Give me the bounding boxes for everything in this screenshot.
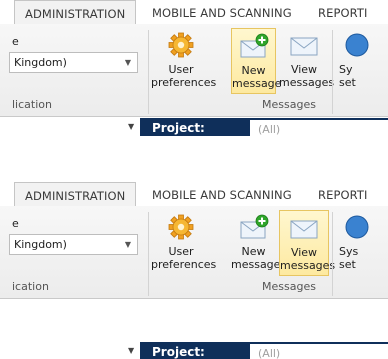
- combobox-value: Kingdom): [14, 238, 67, 251]
- new-message-button[interactable]: New message: [231, 210, 280, 276]
- system-settings-line2: set: [339, 258, 356, 271]
- view-messages-line1: View: [290, 63, 318, 76]
- combobox-value: Kingdom): [14, 56, 67, 69]
- tab-reporting[interactable]: REPORTI: [318, 0, 368, 24]
- view-messages-line2: messages: [280, 259, 336, 272]
- group-separator: [332, 30, 333, 114]
- group-caption-messages: Messages: [262, 98, 316, 111]
- language-combobox[interactable]: Kingdom) ▼: [9, 52, 138, 73]
- new-message-icon: [240, 33, 268, 58]
- group-separator: [148, 212, 149, 296]
- dropdown-arrow-icon[interactable]: ▼: [128, 122, 134, 131]
- dropdown-arrow-icon[interactable]: ▼: [128, 346, 134, 355]
- new-message-line1: New: [241, 64, 266, 77]
- field-label: e: [12, 217, 19, 230]
- envelope-icon: [290, 37, 318, 56]
- tab-administration[interactable]: ADMINISTRATION: [14, 0, 137, 25]
- system-settings-button[interactable]: Sy set: [335, 28, 388, 94]
- system-settings-icon: [345, 33, 369, 57]
- view-messages-line1: View: [290, 246, 318, 259]
- user-preferences-button[interactable]: User preferences: [151, 210, 216, 276]
- view-messages-button[interactable]: View messages: [279, 210, 335, 276]
- view-messages-button[interactable]: View messages: [279, 28, 334, 94]
- new-message-line1: New: [241, 245, 266, 258]
- dropdown-arrow-icon[interactable]: ▼: [125, 235, 131, 254]
- project-selector[interactable]: (All): [250, 344, 388, 359]
- group-caption-application: ication: [12, 280, 49, 293]
- new-message-button[interactable]: New message: [231, 28, 281, 94]
- project-label: Project:: [152, 345, 205, 359]
- ribbon-tab-bar: ADMINISTRATION MOBILE AND SCANNING REPOR…: [0, 182, 388, 207]
- tab-administration[interactable]: ADMINISTRATION: [14, 182, 137, 207]
- dropdown-arrow-icon[interactable]: ▼: [125, 53, 131, 72]
- project-bar: ▼ Project: (All): [0, 342, 388, 359]
- group-separator: [332, 212, 333, 296]
- gear-icon: [168, 214, 194, 240]
- language-combobox[interactable]: Kingdom) ▼: [9, 234, 138, 255]
- group-caption-application: lication: [12, 98, 52, 111]
- project-bar-left-field[interactable]: [0, 342, 140, 359]
- system-settings-line1: Sy: [339, 63, 353, 76]
- project-bar: ▼ Project: (All): [0, 118, 388, 136]
- system-settings-line1: Sys: [339, 245, 359, 258]
- ribbon-panel-1: ADMINISTRATION MOBILE AND SCANNING REPOR…: [0, 0, 388, 136]
- project-bar-left-field[interactable]: [0, 118, 140, 136]
- tab-mobile-and-scanning[interactable]: MOBILE AND SCANNING: [152, 182, 292, 206]
- user-preferences-button[interactable]: User preferences: [151, 28, 216, 94]
- new-message-icon: [240, 214, 268, 239]
- field-label: e: [12, 35, 19, 48]
- project-selector[interactable]: (All): [250, 120, 388, 136]
- user-preferences-line1: User: [168, 245, 194, 258]
- project-label: Project:: [152, 121, 205, 135]
- ribbon-tab-bar: ADMINISTRATION MOBILE AND SCANNING REPOR…: [0, 0, 388, 25]
- new-message-line2: message: [232, 77, 282, 90]
- view-messages-line2: messages: [279, 76, 335, 89]
- system-settings-line2: set: [339, 76, 356, 89]
- tab-mobile-and-scanning[interactable]: MOBILE AND SCANNING: [152, 0, 292, 24]
- group-separator: [148, 30, 149, 114]
- gear-icon: [168, 32, 194, 58]
- envelope-icon: [290, 220, 318, 239]
- user-preferences-line1: User: [168, 63, 194, 76]
- ribbon-panel-2: ADMINISTRATION MOBILE AND SCANNING REPOR…: [0, 182, 388, 359]
- user-preferences-line2: preferences: [151, 76, 217, 89]
- user-preferences-line2: preferences: [151, 258, 217, 271]
- system-settings-icon: [345, 215, 369, 239]
- system-settings-button[interactable]: Sys set: [335, 210, 388, 276]
- new-message-line2: message: [231, 258, 281, 271]
- group-caption-messages: Messages: [262, 280, 316, 293]
- tab-reporting[interactable]: REPORTI: [318, 182, 368, 206]
